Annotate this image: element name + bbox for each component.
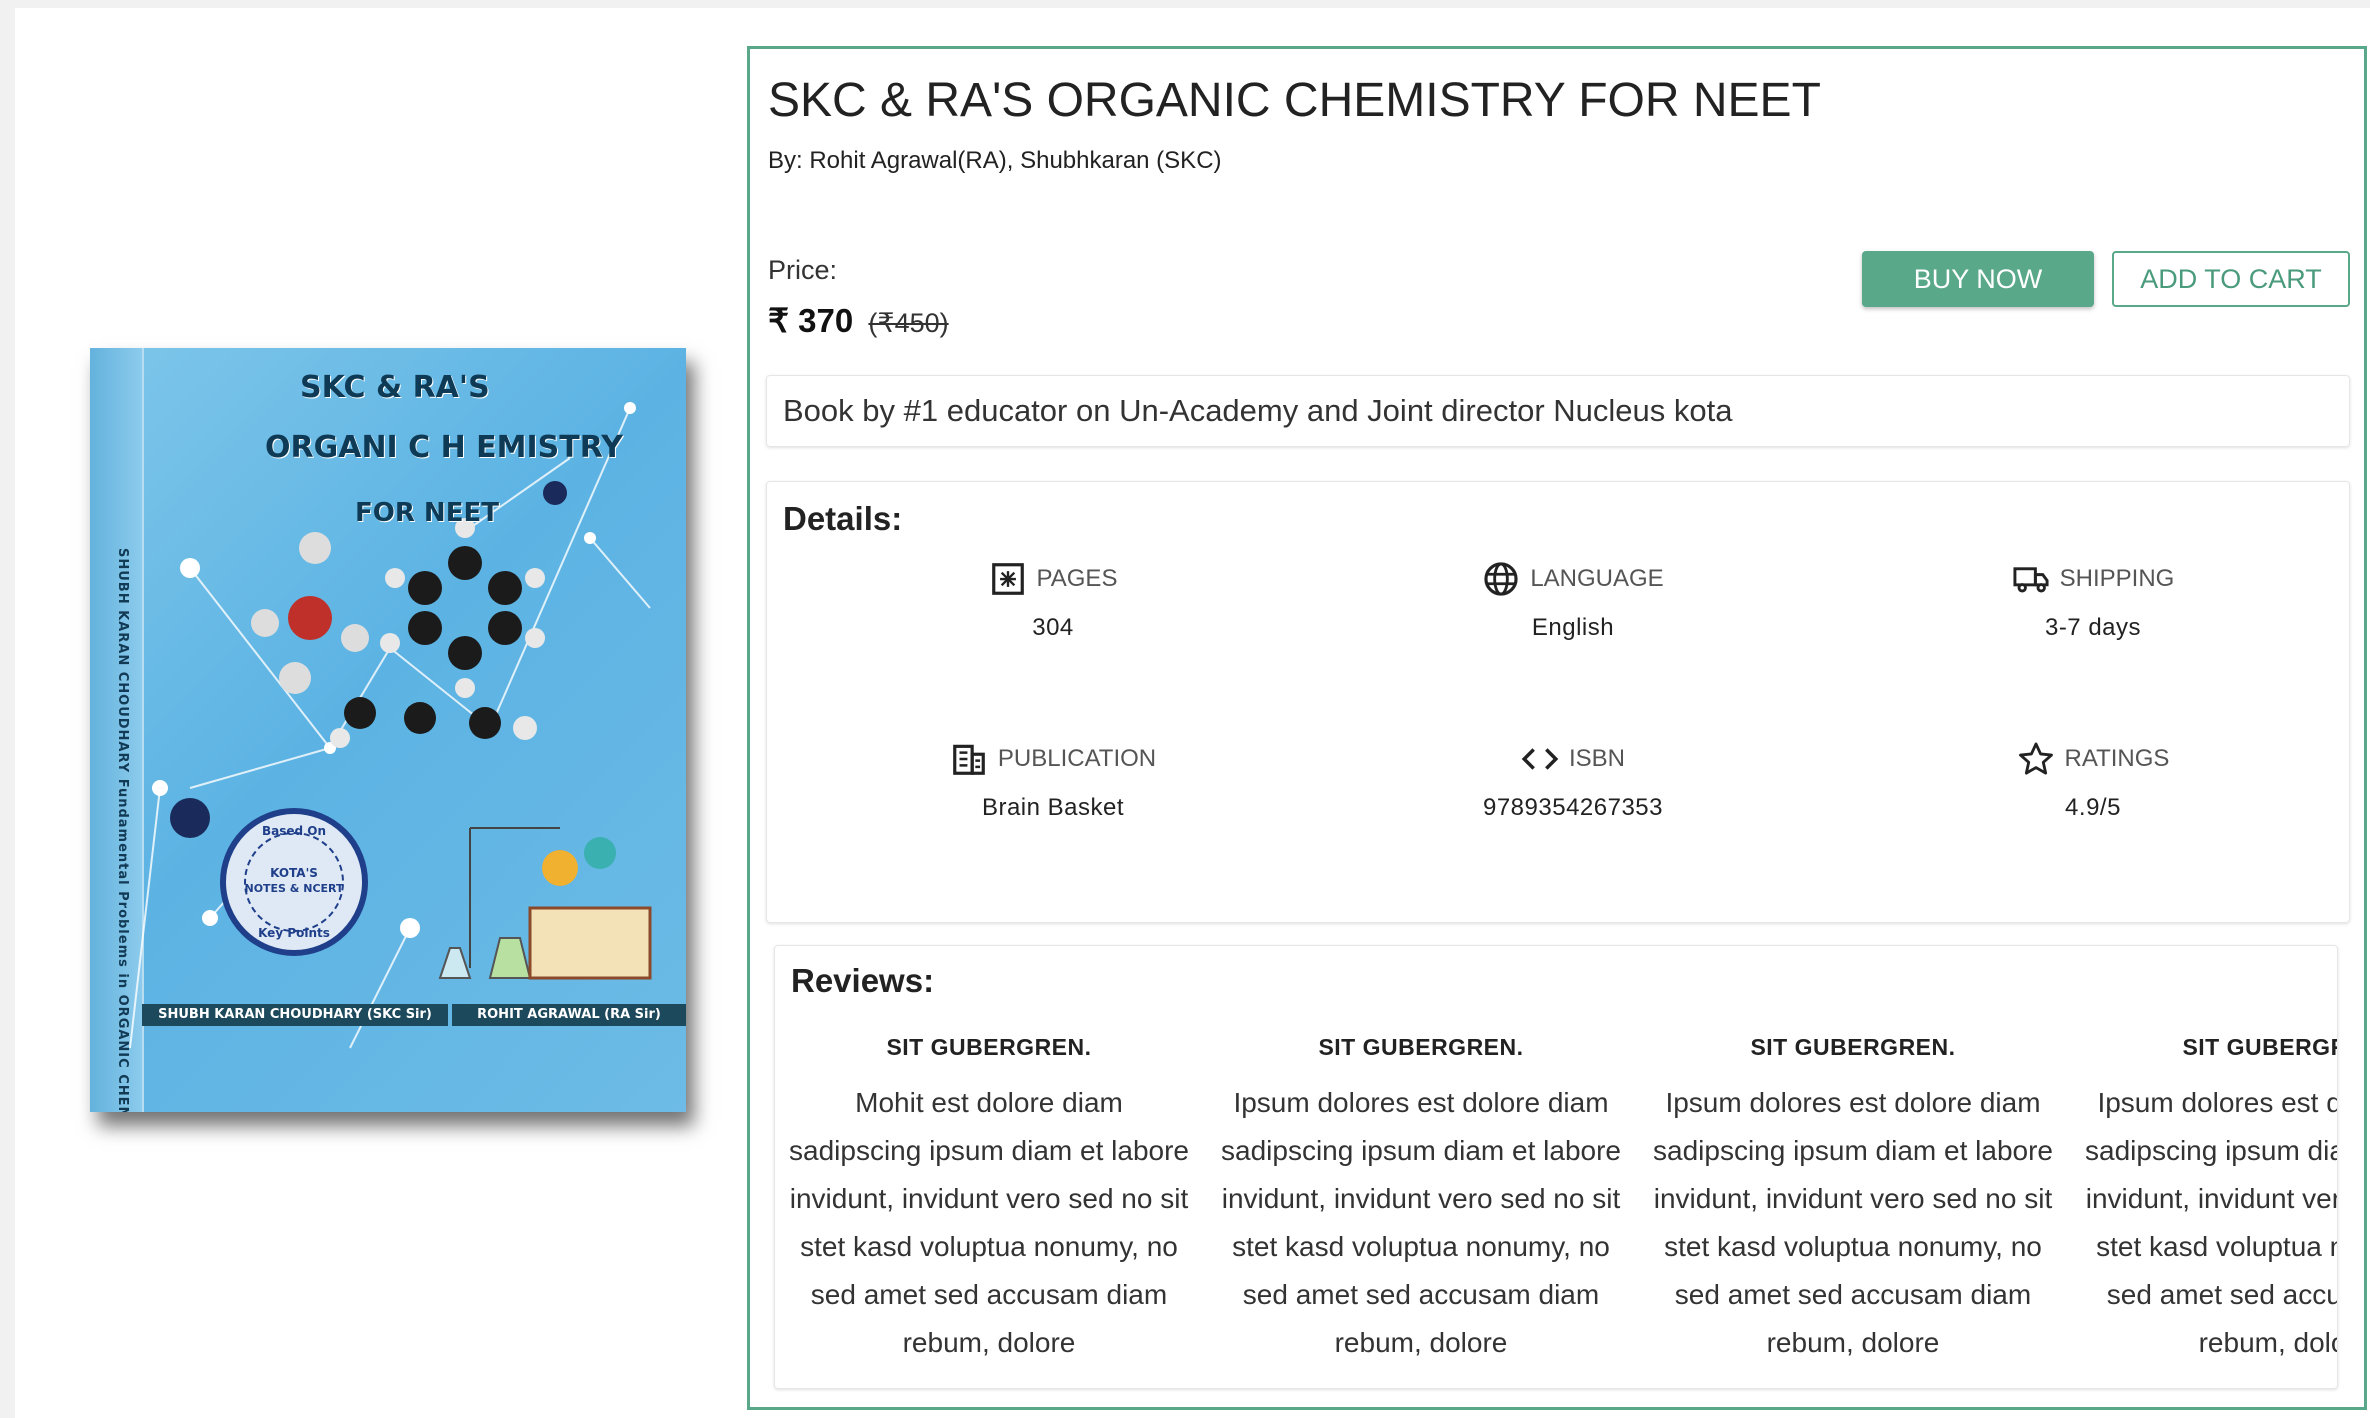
detail-value: 3-7 days: [2044, 614, 2142, 641]
detail-ratings: RATINGS 4.9/5: [1903, 738, 2283, 822]
detail-label: RATINGS: [2064, 745, 2170, 772]
current-price: ₹ 370: [768, 302, 854, 339]
review-item: SIT GUBERGREN. Mohit est dolore diam sad…: [789, 1034, 1189, 1367]
seal-mid-text-1: KOTA'S: [270, 866, 318, 880]
review-author: SIT GUBERGREN.: [1318, 1034, 1524, 1060]
detail-label: SHIPPING: [2059, 565, 2175, 592]
review-item: SIT GUBERGREN. Ipsum dolores est dolore …: [1653, 1034, 2053, 1367]
reviews-card: Reviews: SIT GUBERGREN. Mohit est dolore…: [774, 945, 2338, 1389]
detail-label: PAGES: [1036, 565, 1118, 592]
original-price: (₹450): [868, 308, 949, 338]
detail-pages: PAGES 304: [863, 558, 1243, 642]
detail-value: 304: [1032, 614, 1074, 641]
book-info-panel: SKC & RA'S ORGANIC CHEMISTRY FOR NEET By…: [747, 46, 2367, 1410]
detail-value: 9789354267353: [1482, 794, 1664, 821]
seal-bottom-text: Key Points: [258, 926, 330, 940]
review-text: Ipsum dolores est dolore diam sadipscing…: [1653, 1087, 2053, 1358]
detail-label: PUBLICATION: [997, 745, 1157, 772]
review-text: Ipsum dolores est dolore diam sadipscing…: [2085, 1087, 2337, 1358]
building-icon: [953, 744, 985, 775]
cover-title-line2: ORGANI C H EMISTRY: [265, 430, 623, 465]
review-text: Mohit est dolore diam sadipscing ipsum d…: [789, 1087, 1189, 1358]
price-label: Price:: [768, 255, 838, 285]
detail-value: Brain Basket: [981, 794, 1125, 821]
review-text: Ipsum dolores est dolore diam sadipscing…: [1221, 1087, 1621, 1358]
details-card: Details: PAGES 304 LANGUAGE English SHIP…: [766, 481, 2350, 923]
review-item: SIT GUBERGREN. Ipsum dolores est dolore …: [1221, 1034, 1621, 1367]
review-author: SIT GUBERGREN.: [1750, 1034, 1956, 1060]
seal-top-text: Based On: [261, 824, 327, 838]
detail-publication: PUBLICATION Brain Basket: [863, 738, 1243, 822]
seal-mid-text-2: NOTES & NCERT: [244, 882, 344, 895]
detail-isbn: ISBN 9789354267353: [1383, 738, 1763, 822]
review-author: SIT GUBERGREN.: [2182, 1034, 2337, 1060]
detail-value: 4.9/5: [2065, 794, 2121, 821]
product-page: SHUBH KARAN CHOUDHARY Fundamental Proble…: [15, 8, 2370, 1418]
truck-icon: [2013, 567, 2049, 593]
price: ₹ 370 (₹450): [768, 301, 949, 340]
review-item: SIT GUBERGREN. Ipsum dolores est dolore …: [2085, 1034, 2337, 1367]
review-author: SIT GUBERGREN.: [886, 1034, 1092, 1060]
kota-notes-seal: Based On KOTA'S NOTES & NCERT Key Points: [220, 808, 368, 956]
buy-now-button[interactable]: BUY NOW: [1862, 251, 2094, 307]
cover-title-line3: FOR NEET: [355, 498, 499, 528]
cover-author-2: ROHIT AGRAWAL (RA Sir): [452, 1004, 686, 1026]
detail-label: ISBN: [1568, 745, 1625, 772]
book-authors: By: Rohit Agrawal(RA), Shubhkaran (SKC): [768, 147, 1222, 174]
globe-icon: [1484, 562, 1518, 596]
star-icon: [2018, 742, 2053, 775]
detail-shipping: SHIPPING 3-7 days: [1903, 558, 2283, 642]
book-cover-image: SHUBH KARAN CHOUDHARY Fundamental Proble…: [90, 348, 686, 1112]
reviews-title: Reviews:: [791, 962, 935, 999]
detail-label: LANGUAGE: [1530, 565, 1664, 592]
book-tagline: Book by #1 educator on Un-Academy and Jo…: [766, 375, 2350, 447]
detail-value: English: [1531, 614, 1615, 641]
detail-language: LANGUAGE English: [1383, 558, 1763, 642]
add-to-cart-button[interactable]: ADD TO CART: [2112, 251, 2350, 307]
details-title: Details:: [783, 500, 903, 537]
book-title: SKC & RA'S ORGANIC CHEMISTRY FOR NEET: [768, 74, 1821, 127]
pages-icon: [991, 563, 1024, 595]
code-icon: [1521, 748, 1559, 770]
cover-title-line1: SKC & RA'S: [300, 370, 490, 405]
cover-author-1: SHUBH KARAN CHOUDHARY (SKC Sir): [142, 1004, 448, 1026]
